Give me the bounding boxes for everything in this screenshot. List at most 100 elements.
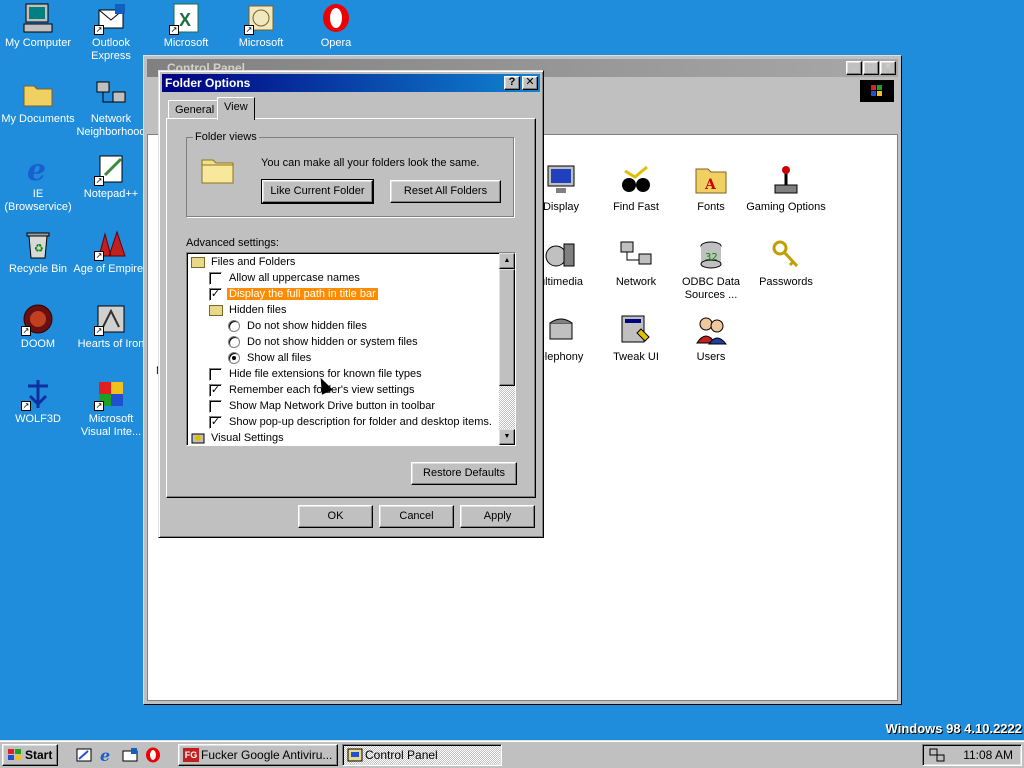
close-button[interactable]: ✕ [522, 76, 538, 90]
desktop-icon-visual-interdev[interactable]: ↗ Microsoft Visual Inte... [73, 378, 149, 439]
checkbox-popup-description[interactable]: ✓ [209, 416, 222, 429]
scroll-up-button[interactable]: ▲ [499, 253, 515, 269]
tree-item-remember-view-settings[interactable]: ✓ Remember each folder's view settings [209, 382, 415, 398]
tree-item-do-not-show-hidden[interactable]: Do not show hidden files [228, 318, 367, 334]
desktop-icon-wolf3d[interactable]: ↗ WOLF3D [0, 378, 76, 426]
cp-item-odbc[interactable]: 32 ODBC Data Sources ... [671, 238, 751, 302]
windows-flag-icon [7, 748, 22, 762]
desktop-icon-age-of-empires[interactable]: ↗ Age of Empires [73, 228, 149, 276]
close-button[interactable]: × [880, 61, 896, 75]
taskbar-task-antivirus[interactable]: FG Fucker Google Antiviru... [178, 744, 338, 766]
network-icon [619, 238, 653, 272]
tree-label: Visual Settings [211, 432, 284, 444]
like-current-folder-label: Like Current Folder [270, 185, 365, 197]
control-panel-icon [347, 748, 363, 762]
tree-item-visual-settings[interactable]: Visual Settings [191, 430, 284, 445]
start-button[interactable]: Start [2, 744, 58, 766]
desktop-icon-notepad-plus[interactable]: ↗ Notepad++ [73, 153, 149, 201]
cp-item-gaming-options[interactable]: Gaming Options [746, 163, 826, 214]
radio-do-not-show-hidden[interactable] [228, 320, 240, 332]
tree-item-do-not-show-hidden-system[interactable]: Do not show hidden or system files [228, 334, 418, 350]
clock[interactable]: 11:08 AM [963, 748, 1013, 762]
desktop-icon-recycle-bin[interactable]: ♻ Recycle Bin [0, 228, 76, 276]
scroll-down-button[interactable]: ▼ [499, 429, 515, 445]
cp-item-label: Users [696, 351, 726, 363]
tab-general[interactable]: General [168, 100, 222, 119]
tree-label: Do not show hidden or system files [247, 336, 418, 348]
desktop-icon-label: Age of Empires [73, 263, 149, 275]
help-button[interactable]: ? [504, 76, 520, 90]
restore-defaults-button[interactable]: Restore Defaults [411, 462, 517, 485]
fonts-folder-icon: A [694, 163, 728, 197]
dialog-titlebar[interactable]: Folder Options ? ✕ [162, 74, 540, 92]
opera-icon[interactable] [145, 747, 161, 763]
ok-button[interactable]: OK [298, 505, 373, 528]
advanced-settings-label: Advanced settings: [186, 237, 279, 249]
tree-item-allow-uppercase[interactable]: Allow all uppercase names [209, 270, 360, 286]
tree-scrollbar[interactable]: ▲ ▼ [499, 253, 515, 445]
like-current-folder-button[interactable]: Like Current Folder [261, 179, 374, 204]
minimize-button[interactable]: _ [846, 61, 862, 75]
tree-label: Files and Folders [211, 256, 296, 268]
taskbar-task-control-panel[interactable]: Control Panel [342, 744, 502, 766]
radio-do-not-show-hidden-system[interactable] [228, 336, 240, 348]
desktop-icon-hearts-of-iron[interactable]: ↗ Hearts of Iron [73, 303, 149, 351]
cp-item-passwords[interactable]: Passwords [746, 238, 826, 289]
tree-item-files-and-folders[interactable]: Files and Folders [191, 254, 295, 270]
tab-view[interactable]: View [217, 97, 255, 120]
cp-item-find-fast[interactable]: Find Fast [596, 163, 676, 214]
internet-explorer-icon[interactable]: e [99, 746, 115, 765]
desktop-icon-microsoft-2[interactable]: ↗ Microsoft [223, 2, 299, 50]
network-icon [95, 78, 127, 110]
tree-item-hidden-files[interactable]: Hidden files [209, 302, 286, 318]
desktop-icon-ie[interactable]: e IE (Browservice) [0, 153, 76, 214]
desktop-icon-label: My Documents [1, 113, 75, 125]
tree-item-map-network-drive[interactable]: Show Map Network Drive button in toolbar [209, 398, 435, 414]
outlook-express-icon[interactable] [122, 747, 138, 763]
desktop-icon-label: Outlook Express [91, 37, 131, 62]
folder-views-group: Folder views You can make all your folde… [186, 131, 514, 217]
cancel-button[interactable]: Cancel [379, 505, 454, 528]
cp-item-label: Gaming Options [746, 201, 826, 213]
radio-show-all-files[interactable] [228, 352, 240, 364]
windows-logo-icon [860, 80, 894, 102]
tree-label: Show Map Network Drive button in toolbar [229, 400, 436, 412]
desktop-icon-my-documents[interactable]: My Documents [0, 78, 76, 126]
folder-views-text: You can make all your folders look the s… [261, 157, 480, 169]
age-of-empires-icon: ↗ [94, 228, 127, 261]
desktop-icon-doom[interactable]: ↗ DOOM [0, 303, 76, 351]
checkbox-full-path[interactable]: ✓ [209, 288, 222, 301]
cancel-label: Cancel [399, 510, 434, 522]
desktop-icon-my-computer[interactable]: My Computer [0, 2, 76, 50]
doom-icon: ↗ [21, 303, 54, 336]
maximize-button[interactable]: □ [863, 61, 879, 75]
desktop-icon-opera[interactable]: Opera [298, 2, 374, 50]
checkbox-hide-extensions[interactable] [209, 368, 222, 381]
cp-item-network[interactable]: Network [596, 238, 676, 289]
tree-item-popup-description[interactable]: ✓ Show pop-up description for folder and… [209, 414, 492, 430]
apply-button[interactable]: Apply [460, 505, 535, 528]
desktop-icon-microsoft-excel[interactable]: X ↗ Microsoft [148, 2, 224, 50]
tree-label: Do not show hidden files [247, 320, 367, 332]
scroll-thumb[interactable] [499, 269, 515, 386]
excel-icon: X ↗ [169, 2, 202, 35]
checkbox-allow-uppercase[interactable] [209, 272, 222, 285]
cp-item-label: Display [542, 201, 580, 213]
cp-item-users[interactable]: Users [671, 313, 751, 364]
desktop-icon-network-neighborhood[interactable]: Network Neighborhood [73, 78, 149, 139]
cp-item-tweak-ui[interactable]: Tweak UI [596, 313, 676, 364]
tree-item-show-all-files[interactable]: Show all files [228, 350, 311, 366]
desktop-icon-outlook-express[interactable]: ↗ Outlook Express [73, 2, 149, 63]
advanced-settings-tree[interactable]: Files and Folders Allow all uppercase na… [186, 252, 516, 446]
tree-item-full-path-title-bar[interactable]: ✓ Display the full path in title bar [209, 286, 378, 302]
show-desktop-icon[interactable] [76, 747, 92, 763]
desktop-icon-label: Notepad++ [83, 188, 139, 200]
folder-icon [201, 154, 235, 187]
reset-all-folders-button[interactable]: Reset All Folders [390, 180, 501, 203]
checkbox-remember-view[interactable]: ✓ [209, 384, 222, 397]
checkbox-map-network-drive[interactable] [209, 400, 222, 413]
tray-network-icon[interactable] [929, 748, 945, 762]
telephony-icon [544, 313, 578, 347]
cp-item-fonts[interactable]: A Fonts [671, 163, 751, 214]
folder-options-dialog[interactable]: Folder Options ? ✕ General View Folder v… [158, 70, 544, 538]
